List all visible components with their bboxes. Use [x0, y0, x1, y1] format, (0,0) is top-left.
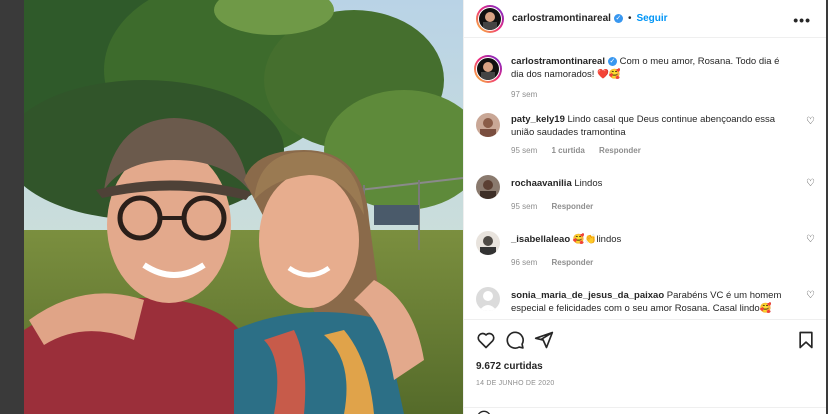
reply-button[interactable]: Responder	[599, 146, 641, 155]
comment-body: 🥰👏lindos	[572, 234, 622, 245]
comment-text: _isabellaleao 🥰👏lindos	[511, 231, 815, 246]
heart-icon[interactable]: ♡	[806, 178, 815, 189]
comment-text: sonia_maria_de_jesus_da_paixao Parabéns …	[511, 287, 815, 315]
comment-avatar[interactable]	[476, 113, 500, 137]
comments-list[interactable]: carlostramontinareal ✓ Com o meu amor, Ro…	[464, 39, 827, 318]
reply-button[interactable]: Responder	[551, 202, 593, 211]
caption-time[interactable]: 97 sem	[511, 90, 537, 99]
author-username[interactable]: carlostramontinareal	[512, 13, 611, 24]
add-comment-bar[interactable]	[464, 407, 827, 414]
comment-meta: 95 sem Responder	[511, 202, 815, 211]
follow-button[interactable]: Seguir	[636, 13, 667, 24]
more-icon[interactable]: •••	[793, 12, 811, 28]
comment-item: paty_kely19 Lindo casal que Deus continu…	[476, 113, 815, 155]
comment-username[interactable]: _isabellaleao	[511, 234, 570, 245]
share-icon[interactable]	[534, 330, 554, 350]
post-panel: carlostramontinareal ✓ • Seguir ••• carl…	[463, 0, 827, 414]
comment-likes[interactable]: 1 curtida	[551, 146, 584, 155]
comment-body: Lindos	[574, 178, 603, 189]
comment-text: rochaavanilia Lindos	[511, 175, 815, 190]
author-avatar	[479, 7, 501, 30]
comment-time[interactable]: 95 sem	[511, 146, 537, 155]
post-caption: carlostramontinareal ✓ Com o meu amor, Ro…	[474, 55, 815, 99]
caption-emoji: ❤️🥰	[597, 69, 621, 80]
comment-item: sonia_maria_de_jesus_da_paixao Parabéns …	[476, 287, 815, 315]
comment-text: paty_kely19 Lindo casal que Deus continu…	[511, 113, 815, 139]
comment-meta: 96 sem Responder	[511, 258, 815, 267]
like-heart-icon[interactable]	[476, 330, 496, 350]
heart-icon[interactable]: ♡	[806, 234, 815, 245]
post-actions: 9.672 curtidas 14 DE JUNHO DE 2020	[464, 319, 827, 414]
caption-username[interactable]: carlostramontinareal	[511, 56, 605, 67]
comment-username[interactable]: paty_kely19	[511, 114, 565, 125]
post-image	[24, 0, 463, 414]
likes-count[interactable]: 9.672 curtidas	[476, 361, 543, 372]
post-photo[interactable]	[24, 0, 463, 414]
comment-username[interactable]: sonia_maria_de_jesus_da_paixao	[511, 290, 664, 301]
caption-text: carlostramontinareal ✓ Com o meu amor, Ro…	[511, 55, 815, 81]
heart-icon[interactable]: ♡	[806, 116, 815, 127]
post-date[interactable]: 14 DE JUNHO DE 2020	[476, 380, 555, 387]
comment-avatar[interactable]	[476, 231, 500, 255]
caption-meta: 97 sem	[511, 90, 815, 99]
verified-icon: ✓	[607, 56, 617, 66]
reply-button[interactable]: Responder	[551, 258, 593, 267]
comment-avatar[interactable]	[476, 287, 500, 311]
comment-item: _isabellaleao 🥰👏lindos 96 sem Responder …	[476, 231, 815, 267]
comment-avatar[interactable]	[476, 175, 500, 199]
heart-icon[interactable]: ♡	[806, 290, 815, 301]
caption-avatar[interactable]	[474, 55, 502, 83]
comment-time[interactable]: 96 sem	[511, 258, 537, 267]
comment-icon[interactable]	[505, 330, 525, 350]
action-icons	[476, 330, 816, 352]
comment-username[interactable]: rochaavanilia	[511, 178, 572, 189]
verified-icon: ✓	[613, 14, 623, 23]
separator-dot: •	[627, 13, 632, 24]
bookmark-icon[interactable]	[796, 330, 816, 350]
comment-meta: 95 sem 1 curtida Responder	[511, 146, 815, 155]
post-header: carlostramontinareal ✓ • Seguir •••	[464, 0, 827, 38]
comment-time[interactable]: 95 sem	[511, 202, 537, 211]
author-avatar-ring[interactable]	[476, 4, 504, 33]
emoji-icon[interactable]	[476, 410, 492, 414]
page-left-edge	[0, 0, 24, 414]
comment-item: rochaavanilia Lindos 95 sem Responder ♡	[476, 175, 815, 211]
